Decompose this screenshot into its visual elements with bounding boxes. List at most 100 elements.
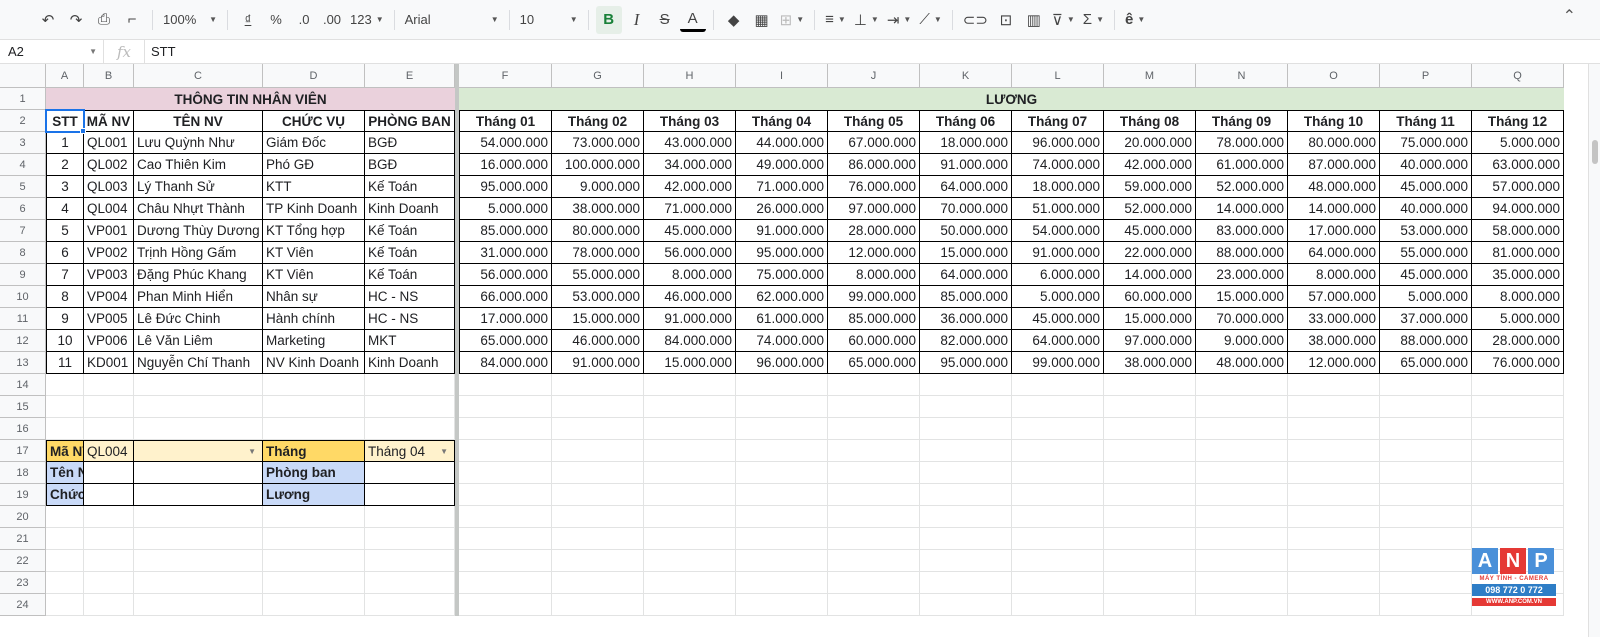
chuc-vu-result[interactable]: [84, 484, 134, 506]
grid-cell[interactable]: [644, 484, 736, 506]
table-cell[interactable]: 58.000.000: [1472, 220, 1564, 242]
grid-cell[interactable]: [552, 506, 644, 528]
luong-result[interactable]: [365, 484, 455, 506]
table-cell[interactable]: 99.000.000: [1012, 352, 1104, 374]
table-cell[interactable]: 97.000.000: [1104, 330, 1196, 352]
insert-chart-icon[interactable]: ▥: [1021, 6, 1047, 34]
grid-cell[interactable]: [263, 418, 365, 440]
grid-cell[interactable]: [1104, 594, 1196, 616]
undo-icon[interactable]: ↶: [35, 6, 61, 34]
text-wrap-icon[interactable]: ⇥ ▼: [884, 6, 915, 34]
column-title[interactable]: Tháng 11: [1380, 110, 1472, 132]
grid-cell[interactable]: [459, 440, 552, 462]
table-cell[interactable]: 18.000.000: [920, 132, 1012, 154]
table-cell[interactable]: 74.000.000: [736, 330, 828, 352]
grid-cell[interactable]: [1380, 594, 1472, 616]
table-cell[interactable]: 51.000.000: [1012, 198, 1104, 220]
row-header[interactable]: 9: [0, 264, 46, 286]
grid-cell[interactable]: [828, 550, 920, 572]
font-size-select[interactable]: 10 ▼: [517, 6, 581, 34]
table-cell[interactable]: 17.000.000: [459, 308, 552, 330]
table-cell[interactable]: 57.000.000: [1288, 286, 1380, 308]
text-color-button[interactable]: A: [679, 8, 706, 32]
table-cell[interactable]: 96.000.000: [1012, 132, 1104, 154]
grid-cell[interactable]: [459, 418, 552, 440]
grid-cell[interactable]: [1288, 484, 1380, 506]
insert-comment-icon[interactable]: ⊡: [993, 6, 1019, 34]
table-cell[interactable]: 62.000.000: [736, 286, 828, 308]
table-cell[interactable]: VP005: [84, 308, 134, 330]
grid-cell[interactable]: [552, 484, 644, 506]
table-cell[interactable]: 71.000.000: [644, 198, 736, 220]
row-header[interactable]: 22: [0, 550, 46, 572]
table-cell[interactable]: QL004: [84, 198, 134, 220]
table-cell[interactable]: 15.000.000: [1196, 286, 1288, 308]
table-cell[interactable]: 26.000.000: [736, 198, 828, 220]
grid-cell[interactable]: [1472, 462, 1564, 484]
grid-cell[interactable]: [1196, 594, 1288, 616]
table-cell[interactable]: 59.000.000: [1104, 176, 1196, 198]
grid-cell[interactable]: [1196, 440, 1288, 462]
vertical-align-icon[interactable]: ⊥ ▼: [851, 6, 882, 34]
grid-cell[interactable]: [1380, 484, 1472, 506]
formula-input[interactable]: STT: [144, 39, 176, 64]
table-cell[interactable]: 85.000.000: [920, 286, 1012, 308]
grid-cell[interactable]: [84, 506, 134, 528]
grid-cell[interactable]: [828, 594, 920, 616]
grid-cell[interactable]: [459, 528, 552, 550]
grid-cell[interactable]: [1380, 462, 1472, 484]
grid-cell[interactable]: [1012, 528, 1104, 550]
grid-cell[interactable]: [736, 396, 828, 418]
scrollbar-thumb[interactable]: [1592, 140, 1598, 164]
grid-cell[interactable]: [552, 418, 644, 440]
table-cell[interactable]: Hành chính: [263, 308, 365, 330]
grid-cell[interactable]: [1104, 484, 1196, 506]
grid-cell[interactable]: [920, 418, 1012, 440]
column-title[interactable]: Tháng 09: [1196, 110, 1288, 132]
grid-cell[interactable]: [736, 374, 828, 396]
table-cell[interactable]: 91.000.000: [736, 220, 828, 242]
grid-cell[interactable]: [1380, 572, 1472, 594]
table-cell[interactable]: 71.000.000: [736, 176, 828, 198]
grid-cell[interactable]: [644, 418, 736, 440]
row-header[interactable]: 15: [0, 396, 46, 418]
table-cell[interactable]: 20.000.000: [1104, 132, 1196, 154]
grid-cell[interactable]: [365, 572, 455, 594]
row-header[interactable]: 19: [0, 484, 46, 506]
grid-cell[interactable]: [365, 374, 455, 396]
table-cell[interactable]: TP Kinh Doanh: [263, 198, 365, 220]
table-cell[interactable]: 57.000.000: [1472, 176, 1564, 198]
name-box[interactable]: A2 ▼: [0, 39, 104, 64]
grid-cell[interactable]: [828, 506, 920, 528]
table-cell[interactable]: 75.000.000: [1380, 132, 1472, 154]
grid-cell[interactable]: [46, 594, 84, 616]
grid-cell[interactable]: [84, 396, 134, 418]
table-cell[interactable]: Phó GĐ: [263, 154, 365, 176]
table-cell[interactable]: 100.000.000: [552, 154, 644, 176]
table-cell[interactable]: 38.000.000: [1288, 330, 1380, 352]
table-cell[interactable]: KTT: [263, 176, 365, 198]
table-cell[interactable]: 9.000.000: [1196, 330, 1288, 352]
table-cell[interactable]: 15.000.000: [552, 308, 644, 330]
table-cell[interactable]: 40.000.000: [1380, 198, 1472, 220]
table-cell[interactable]: 5.000.000: [1380, 286, 1472, 308]
grid-cell[interactable]: [1380, 550, 1472, 572]
grid-cell[interactable]: [920, 374, 1012, 396]
table-cell[interactable]: 11: [46, 352, 84, 374]
table-cell[interactable]: 7: [46, 264, 84, 286]
table-cell[interactable]: 28.000.000: [828, 220, 920, 242]
row-header[interactable]: 11: [0, 308, 46, 330]
grid-cell[interactable]: [84, 528, 134, 550]
vertical-scrollbar[interactable]: [1588, 64, 1600, 637]
table-cell[interactable]: 42.000.000: [644, 176, 736, 198]
column-title[interactable]: Tháng 10: [1288, 110, 1380, 132]
table-cell[interactable]: 95.000.000: [736, 242, 828, 264]
grid-cell[interactable]: [46, 572, 84, 594]
grid-cell[interactable]: [552, 396, 644, 418]
grid-cell[interactable]: [459, 396, 552, 418]
table-cell[interactable]: BGĐ: [365, 132, 455, 154]
grid-cell[interactable]: [1012, 594, 1104, 616]
grid-cell[interactable]: [365, 528, 455, 550]
row-header[interactable]: 14: [0, 374, 46, 396]
column-title[interactable]: CHỨC VỤ: [263, 110, 365, 132]
